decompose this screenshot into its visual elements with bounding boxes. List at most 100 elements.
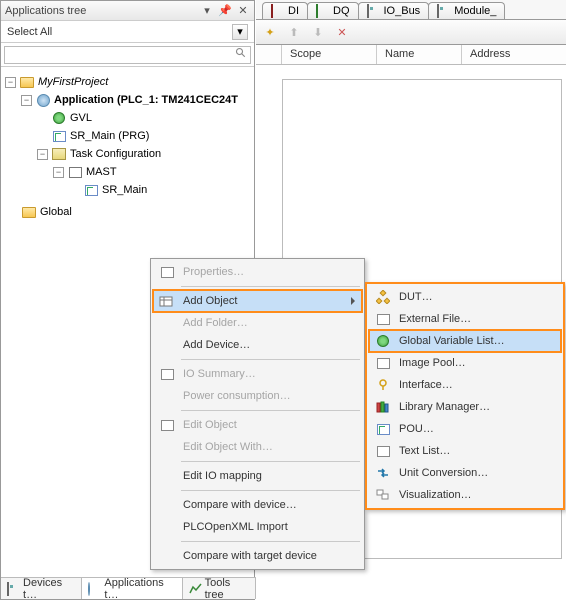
menu-external-file[interactable]: External File… bbox=[369, 308, 561, 330]
tree-node-srmain2[interactable]: SR_Main bbox=[5, 181, 254, 199]
menu-power-label: Power consumption… bbox=[183, 390, 291, 402]
tree-node-global[interactable]: Global bbox=[5, 203, 254, 221]
tree-node-srmain[interactable]: SR_Main (PRG) bbox=[5, 127, 254, 145]
project-label: MyFirstProject bbox=[38, 76, 108, 88]
select-all-row[interactable]: Select All ▾ bbox=[1, 21, 254, 43]
editor-toolbar: ✦ ⬆ ⬇ ✕ bbox=[256, 20, 566, 45]
tab-tools[interactable]: Tools tree bbox=[183, 578, 256, 599]
menu-add-device[interactable]: Add Device… bbox=[153, 334, 362, 356]
add-object-icon bbox=[157, 291, 177, 311]
menu-library-manager[interactable]: Library Manager… bbox=[369, 396, 561, 418]
menu-unit-conv-label: Unit Conversion… bbox=[399, 467, 488, 479]
col-name[interactable]: Name bbox=[377, 45, 462, 64]
menu-plcopen-label: PLCOpenXML Import bbox=[183, 521, 288, 533]
collapse-icon[interactable]: − bbox=[37, 149, 48, 160]
collapse-icon[interactable]: − bbox=[5, 77, 16, 88]
tab-applications[interactable]: Applications t… bbox=[82, 578, 182, 599]
menu-add-folder: Add Folder… bbox=[153, 312, 362, 334]
tab-applications-label: Applications t… bbox=[104, 577, 175, 601]
tree-node-mast[interactable]: − MAST bbox=[5, 163, 254, 181]
search-input[interactable] bbox=[4, 46, 251, 64]
visualization-icon bbox=[373, 485, 393, 505]
menu-io-summary-label: IO Summary… bbox=[183, 368, 256, 380]
tab-dq-label: DQ bbox=[333, 5, 350, 17]
menu-visualization[interactable]: Visualization… bbox=[369, 484, 561, 506]
menu-plcopen[interactable]: PLCOpenXML Import bbox=[153, 516, 362, 538]
mast-icon bbox=[67, 164, 83, 180]
menu-edit-io-label: Edit IO mapping bbox=[183, 470, 262, 482]
tab-iobus[interactable]: IO_Bus bbox=[358, 2, 430, 19]
col-address[interactable]: Address bbox=[462, 45, 566, 64]
search-row bbox=[1, 43, 254, 67]
menu-interface-label: Interface… bbox=[399, 379, 453, 391]
tab-module[interactable]: Module_ bbox=[428, 2, 505, 19]
tree: − MyFirstProject − Application (PLC_1: T… bbox=[1, 67, 254, 221]
menu-dut-label: DUT… bbox=[399, 291, 433, 303]
menu-text-list[interactable]: Text List… bbox=[369, 440, 561, 462]
menu-separator bbox=[181, 541, 360, 542]
search-icon bbox=[235, 47, 247, 62]
pin-icon[interactable]: 📌 bbox=[218, 4, 232, 18]
submenu-arrow-icon bbox=[351, 297, 355, 305]
tree-node-taskcfg[interactable]: − Task Configuration bbox=[5, 145, 254, 163]
tree-node-project[interactable]: − MyFirstProject bbox=[5, 73, 254, 91]
menu-global-variable-list[interactable]: Global Variable List… bbox=[369, 330, 561, 352]
tab-devices[interactable]: Devices t… bbox=[1, 578, 82, 599]
tree-node-application[interactable]: − Application (PLC_1: TM241CEC24T bbox=[5, 91, 254, 109]
folder-icon bbox=[19, 74, 35, 90]
tools-icon bbox=[189, 583, 202, 595]
menu-unit-conversion[interactable]: Unit Conversion… bbox=[369, 462, 561, 484]
menu-edit-object-with-label: Edit Object With… bbox=[183, 441, 273, 453]
unit-conv-icon bbox=[373, 463, 393, 483]
tree-node-gvl[interactable]: GVL bbox=[5, 109, 254, 127]
dropdown-icon[interactable]: ▾ bbox=[200, 4, 214, 18]
menu-edit-object-label: Edit Object bbox=[183, 419, 237, 431]
menu-edit-object-with: Edit Object With… bbox=[153, 436, 362, 458]
menu-text-list-label: Text List… bbox=[399, 445, 450, 457]
menu-io-summary: IO Summary… bbox=[153, 363, 362, 385]
collapse-icon[interactable]: − bbox=[21, 95, 32, 106]
delete-icon[interactable]: ✕ bbox=[334, 24, 350, 40]
module-icon bbox=[437, 5, 451, 17]
wand-icon[interactable]: ✦ bbox=[262, 24, 278, 40]
menu-library-label: Library Manager… bbox=[399, 401, 490, 413]
menu-edit-io[interactable]: Edit IO mapping bbox=[153, 465, 362, 487]
menu-dut[interactable]: DUT… bbox=[369, 286, 561, 308]
collapse-icon[interactable]: − bbox=[53, 167, 64, 178]
menu-add-folder-label: Add Folder… bbox=[183, 317, 248, 329]
global-label: Global bbox=[40, 206, 72, 218]
menu-add-device-label: Add Device… bbox=[183, 339, 250, 351]
down-arrow-icon[interactable]: ⬇ bbox=[310, 24, 326, 40]
menu-add-object-label: Add Object bbox=[183, 295, 237, 307]
col-scope[interactable]: Scope bbox=[282, 45, 377, 64]
editor-tabs: DI DQ IO_Bus Module_ bbox=[256, 0, 566, 20]
menu-compare-device[interactable]: Compare with device… bbox=[153, 494, 362, 516]
application-icon bbox=[35, 92, 51, 108]
io-summary-icon bbox=[157, 364, 177, 384]
folder-icon bbox=[21, 204, 37, 220]
library-icon bbox=[373, 397, 393, 417]
properties-icon bbox=[157, 262, 177, 282]
panel-title: Applications tree bbox=[5, 5, 200, 17]
devices-icon bbox=[7, 583, 20, 595]
srmain2-label: SR_Main bbox=[102, 184, 147, 196]
menu-interface[interactable]: Interface… bbox=[369, 374, 561, 396]
close-icon[interactable]: ✕ bbox=[236, 4, 250, 18]
col-blank bbox=[256, 45, 282, 64]
menu-pou[interactable]: POU… bbox=[369, 418, 561, 440]
menu-image-pool[interactable]: Image Pool… bbox=[369, 352, 561, 374]
up-arrow-icon[interactable]: ⬆ bbox=[286, 24, 302, 40]
dut-icon bbox=[373, 287, 393, 307]
select-all-dropdown-icon[interactable]: ▾ bbox=[232, 24, 248, 40]
menu-compare-target[interactable]: Compare with target device bbox=[153, 545, 362, 567]
menu-separator bbox=[181, 286, 360, 287]
image-pool-icon bbox=[373, 353, 393, 373]
taskcfg-label: Task Configuration bbox=[70, 148, 161, 160]
iobus-icon bbox=[367, 5, 381, 17]
menu-add-object[interactable]: Add Object bbox=[153, 290, 362, 312]
menu-edit-object: Edit Object bbox=[153, 414, 362, 436]
tab-di[interactable]: DI bbox=[262, 2, 308, 19]
prg-icon bbox=[51, 128, 67, 144]
menu-separator bbox=[181, 461, 360, 462]
tab-dq[interactable]: DQ bbox=[307, 2, 359, 19]
